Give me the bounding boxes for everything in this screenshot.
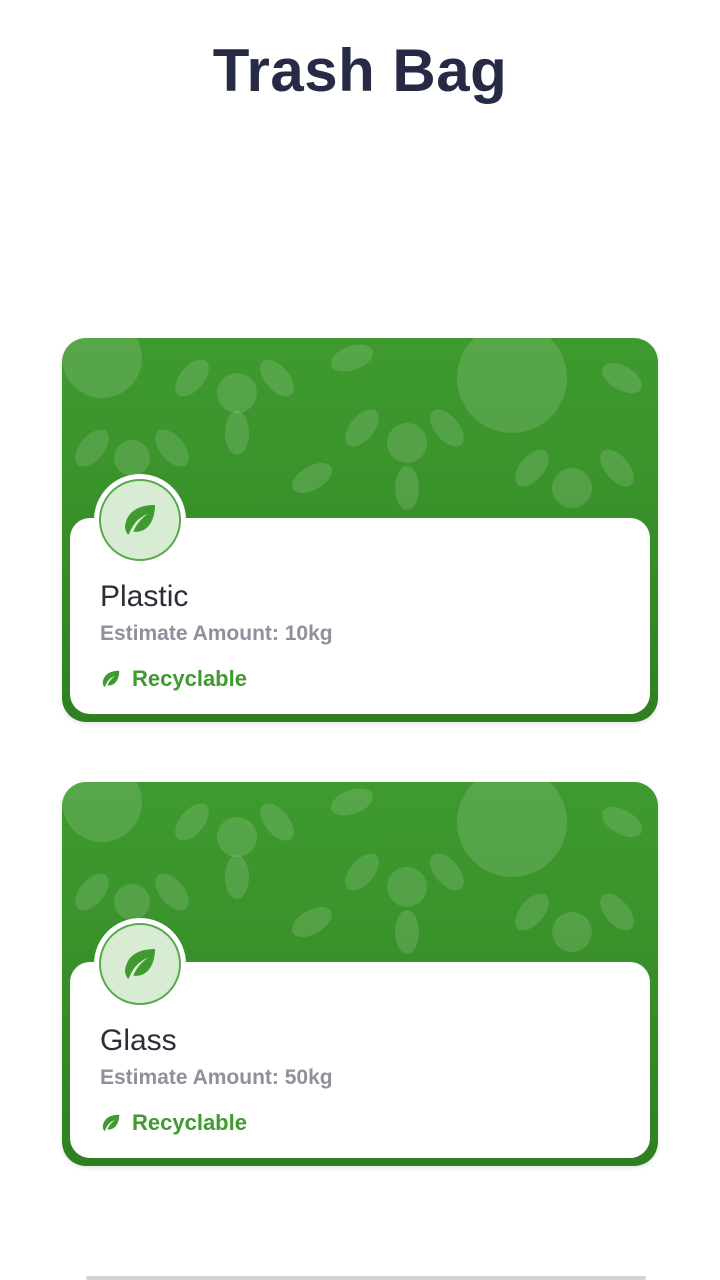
estimate-amount: Estimate Amount: 50kg <box>100 1066 333 1089</box>
recyclable-tag: Recyclable <box>100 1110 247 1136</box>
recyclable-tag: Recyclable <box>100 666 247 692</box>
trash-item-card[interactable]: Plastic Estimate Amount: 10kg Recyclable <box>62 338 658 722</box>
leaf-icon <box>125 505 155 535</box>
leaf-icon <box>125 949 155 979</box>
trash-item-card[interactable]: Glass Estimate Amount: 50kg Recyclable <box>62 782 658 1166</box>
estimate-amount: Estimate Amount: 10kg <box>100 622 333 645</box>
page-title: Trash Bag <box>212 37 508 104</box>
recyclable-label: Recyclable <box>132 666 247 691</box>
recyclable-label: Recyclable <box>132 1110 247 1135</box>
leaf-icon <box>102 1114 120 1132</box>
trash-bag-screen: Trash Bag Plastic Estimate Amount: 10kg … <box>0 0 720 1280</box>
material-badge <box>94 474 186 566</box>
next-card-peek <box>86 1276 646 1280</box>
item-name: Glass <box>100 1024 177 1057</box>
item-name: Plastic <box>100 580 189 613</box>
material-badge <box>94 918 186 1010</box>
leaf-icon <box>102 670 120 688</box>
